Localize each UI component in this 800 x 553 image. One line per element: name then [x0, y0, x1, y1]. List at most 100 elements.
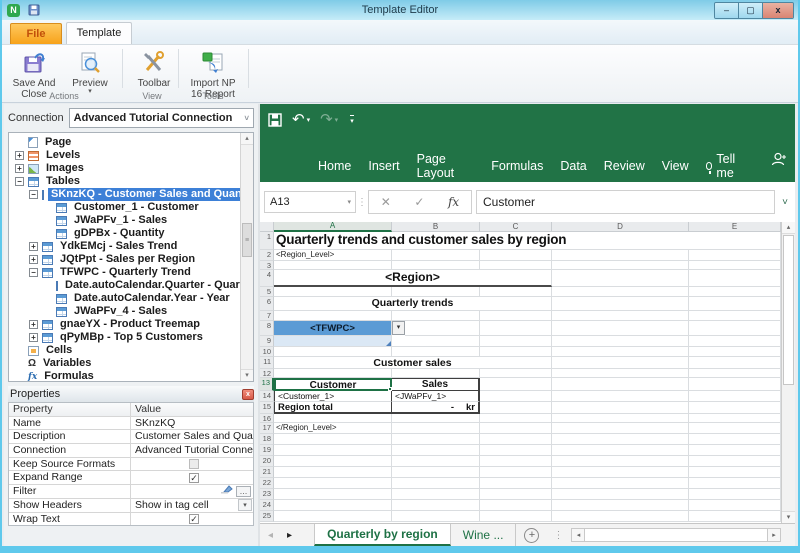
cancel-icon[interactable]: ✕ — [381, 195, 391, 209]
grid-cell[interactable] — [689, 511, 781, 522]
row-header-23[interactable]: 23 — [260, 489, 274, 500]
tree-expander-icon[interactable]: − — [29, 190, 38, 199]
cell-A17[interactable]: </Region_Level> — [274, 423, 392, 434]
grid-cell[interactable] — [274, 467, 392, 478]
tree-item[interactable]: − Tables — [9, 175, 253, 188]
cell-A8-chart-tag[interactable]: <TFWPC> — [274, 321, 392, 336]
minimize-button[interactable]: – — [715, 3, 739, 18]
grid-cell[interactable] — [480, 500, 552, 511]
cell-B15[interactable]: - kr — [392, 402, 480, 414]
row-header-19[interactable]: 19 — [260, 445, 274, 456]
grid-cell[interactable] — [392, 311, 480, 321]
grid-cell[interactable] — [552, 270, 689, 287]
prev-sheet-icon[interactable]: ◂ — [268, 530, 273, 541]
grid-cell[interactable] — [480, 261, 552, 270]
tree-item[interactable]: gDPBx - Quantity — [9, 227, 253, 240]
column-header-A[interactable]: A — [274, 222, 392, 232]
grid-cell[interactable] — [392, 369, 480, 378]
grid-cell[interactable] — [480, 347, 552, 357]
row-header-24[interactable]: 24 — [260, 500, 274, 511]
grid-cell[interactable] — [552, 467, 689, 478]
grid-cell[interactable] — [689, 445, 781, 456]
grid-cell[interactable] — [552, 336, 689, 347]
tree-item[interactable]: + YdkEMcj - Sales Trend — [9, 240, 253, 253]
grid-cell[interactable] — [552, 391, 689, 402]
tree-item[interactable]: JWaPFv_4 - Sales — [9, 305, 253, 318]
scroll-right-icon[interactable]: ▸ — [768, 529, 780, 541]
grid-cell[interactable] — [405, 321, 480, 336]
vertical-scroll-thumb[interactable] — [783, 235, 794, 385]
menu-page-layout[interactable]: Page Layout — [417, 152, 475, 180]
grid-cell[interactable] — [552, 456, 689, 467]
grid-cell[interactable] — [274, 434, 392, 445]
grid-cell[interactable] — [689, 357, 781, 369]
grid-cell[interactable] — [689, 414, 781, 423]
grid-cell[interactable] — [480, 391, 552, 402]
grid-cell[interactable] — [274, 456, 392, 467]
grid-horizontal-scrollbar[interactable]: ◂ ▸ — [571, 528, 781, 542]
grid-cell[interactable] — [274, 500, 392, 511]
tree-scrollbar[interactable]: ▴ ≡ ▾ — [240, 133, 253, 381]
tree-expander-icon[interactable]: + — [15, 151, 24, 160]
tree-expander-icon[interactable]: + — [29, 242, 38, 251]
grid-cell[interactable] — [274, 478, 392, 489]
grid-cell[interactable] — [480, 467, 552, 478]
resize-handle-icon[interactable] — [386, 341, 391, 346]
checkbox-icon[interactable]: ✓ — [189, 513, 199, 524]
more-options-button[interactable]: … — [236, 485, 251, 497]
tree-item[interactable]: JWaPFv_1 - Sales — [9, 214, 253, 227]
cell-A9-chart-extent[interactable] — [274, 336, 392, 347]
menu-home[interactable]: Home — [318, 159, 351, 173]
grid-cell[interactable] — [392, 445, 480, 456]
grid-cell[interactable] — [689, 297, 781, 311]
grid-cell[interactable] — [392, 434, 480, 445]
import-np-16-report-button[interactable]: Import NP 16 Report — [182, 47, 244, 100]
excel-save-icon[interactable] — [268, 112, 282, 127]
cell-B13[interactable]: Sales — [392, 378, 480, 391]
grid-cell[interactable] — [480, 456, 552, 467]
row-header-10[interactable]: 10 — [260, 347, 274, 357]
grid-cell[interactable] — [689, 391, 781, 402]
next-sheet-icon[interactable]: ▸ — [287, 530, 292, 541]
property-value-text[interactable]: SKnzKQ — [135, 417, 175, 430]
menu-formulas[interactable]: Formulas — [491, 159, 543, 173]
grid-cell[interactable] — [552, 423, 689, 434]
grid-cell[interactable] — [480, 402, 552, 414]
grid-cell[interactable] — [689, 311, 781, 321]
row-header-21[interactable]: 21 — [260, 467, 274, 478]
grid-cell[interactable] — [552, 478, 689, 489]
formula-bar-input[interactable]: Customer — [476, 190, 775, 214]
grid-cell[interactable] — [274, 261, 392, 270]
grid-cell[interactable] — [392, 478, 480, 489]
grid-cell[interactable] — [689, 261, 781, 270]
tab-template[interactable]: Template — [66, 22, 132, 44]
grid-cell[interactable] — [392, 261, 480, 270]
grid-cell[interactable] — [552, 321, 689, 336]
save-and-close-button[interactable]: Save And Close — [6, 47, 62, 100]
menu-data[interactable]: Data — [560, 159, 586, 173]
tree-scroll-thumb[interactable]: ≡ — [242, 223, 252, 257]
add-sheet-button[interactable]: + — [516, 524, 547, 546]
property-value-text[interactable]: Customer Sales and Quantity — [135, 430, 253, 443]
grid-cell[interactable] — [480, 445, 552, 456]
grid-cell[interactable] — [552, 297, 689, 311]
tree-item[interactable]: Customer_1 - Customer — [9, 201, 253, 214]
grid-cell[interactable] — [274, 511, 392, 522]
grid-cell[interactable] — [480, 250, 552, 261]
tree-item[interactable]: + Images — [9, 162, 253, 175]
grid-cell[interactable] — [689, 467, 781, 478]
grid-cell[interactable] — [480, 287, 552, 297]
grid-cell[interactable] — [480, 489, 552, 500]
grid-cell[interactable] — [689, 270, 781, 287]
tree-item[interactable]: + Levels — [9, 149, 253, 162]
row-header-8[interactable]: 8 — [260, 321, 274, 336]
grid-cell[interactable] — [392, 511, 480, 522]
grid-cell[interactable] — [552, 414, 689, 423]
grid-cell[interactable] — [552, 311, 689, 321]
grid-cell[interactable] — [552, 489, 689, 500]
grid-cell[interactable] — [392, 336, 480, 347]
grid-cell[interactable] — [480, 478, 552, 489]
sheet-tab-wine[interactable]: Wine ... — [451, 524, 517, 546]
grid-cell[interactable] — [552, 434, 689, 445]
row-header-20[interactable]: 20 — [260, 456, 274, 467]
